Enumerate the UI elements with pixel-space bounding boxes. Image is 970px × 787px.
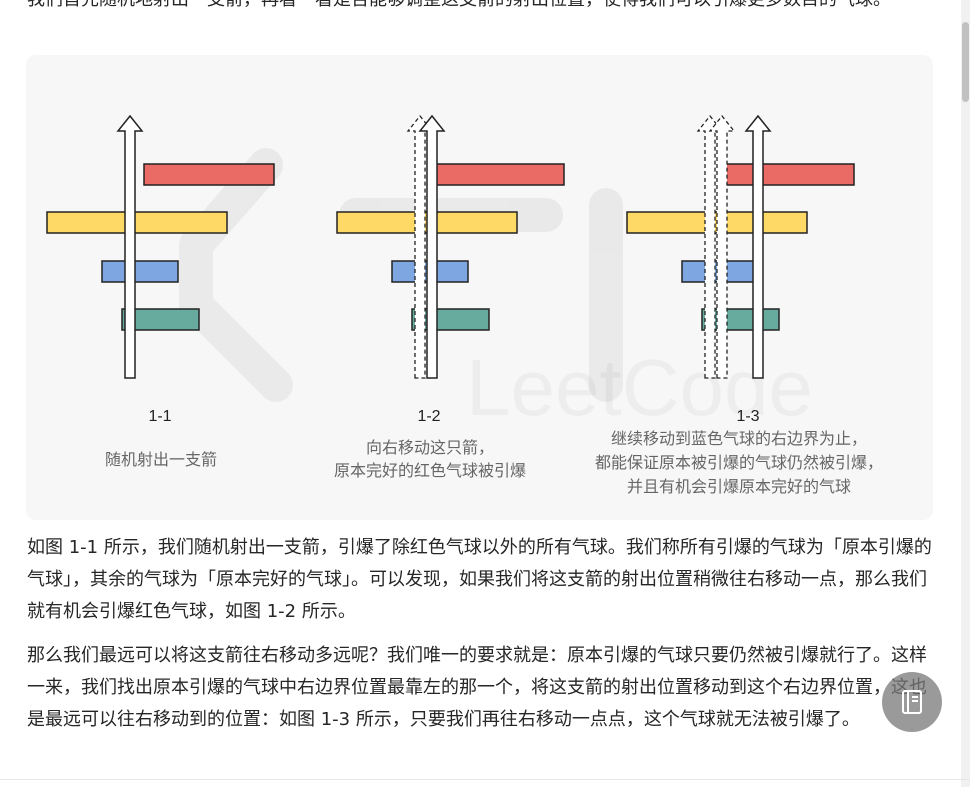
red-balloon: [723, 163, 855, 186]
yellow-balloon: [46, 211, 228, 234]
panel-label-1-3: 1-3: [736, 408, 759, 425]
panel-label-1-1: 1-1: [148, 408, 171, 425]
panel-2: [336, 114, 565, 379]
red-balloon: [433, 163, 565, 186]
figure-canvas: LeetCode 1-1 1-2 1-3 随机射出一支箭 向右移动这只箭， 原本…: [46, 114, 883, 496]
caption-1-1: 随机射出一支箭: [105, 450, 217, 469]
blue-balloon: [101, 260, 179, 283]
explanation-paragraph-1: 如图 1-1 所示，我们随机射出一支箭，引爆了除红色气球以外的所有气球。我们称所…: [27, 537, 932, 622]
red-balloon: [143, 163, 275, 186]
divider: [0, 779, 970, 780]
document-icon: [902, 690, 922, 714]
arrow: [116, 114, 144, 379]
caption-1-3-line-1: 继续移动到蓝色气球的右边界为止，: [611, 429, 867, 448]
caption-1-2-line-1: 向右移动这只箭，: [366, 438, 494, 457]
caption-1-2-line-2: 原本完好的红色气球被引爆: [334, 461, 526, 480]
panel-3: [626, 114, 855, 379]
floating-action-button[interactable]: [882, 672, 942, 732]
scrollbar-track[interactable]: [961, 0, 970, 787]
scrollbar-thumb[interactable]: [962, 22, 969, 102]
arrow: [744, 114, 772, 379]
caption-1-3-line-3: 并且有机会引爆原本完好的气球: [627, 477, 851, 496]
intro-paragraph: 我们首先随机地射出一支箭，再看一看是否能够调整这支箭的射出位置，使得我们可以引爆…: [27, 0, 937, 16]
explanation-paragraph-2: 那么我们最远可以将这支箭往右移动多远呢？我们唯一的要求就是：原本引爆的气球只要仍…: [27, 645, 927, 730]
panel-label-1-2: 1-2: [417, 408, 440, 425]
caption-1-3-line-2: 都能保证原本被引爆的气球仍然被引爆，: [595, 453, 883, 472]
balloon-arrow-figure: LeetCode 1-1 1-2 1-3 随机射出一支箭 向右移动这只箭， 原本…: [26, 55, 933, 520]
